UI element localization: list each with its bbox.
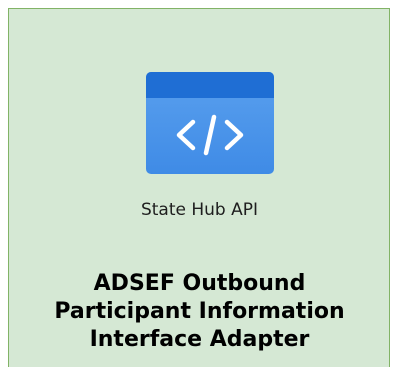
- container-title: ADSEF Outbound Participant Information I…: [0, 270, 399, 354]
- api-code-window-icon[interactable]: [146, 72, 274, 174]
- container-title-line-2: Participant Information: [54, 299, 345, 324]
- diagram-canvas: State Hub API ADSEF Outbound Participant…: [0, 0, 399, 367]
- container-title-line-1: ADSEF Outbound: [93, 271, 306, 296]
- container-title-line-3: Interface Adapter: [89, 327, 310, 352]
- service-label: State Hub API: [140, 200, 259, 220]
